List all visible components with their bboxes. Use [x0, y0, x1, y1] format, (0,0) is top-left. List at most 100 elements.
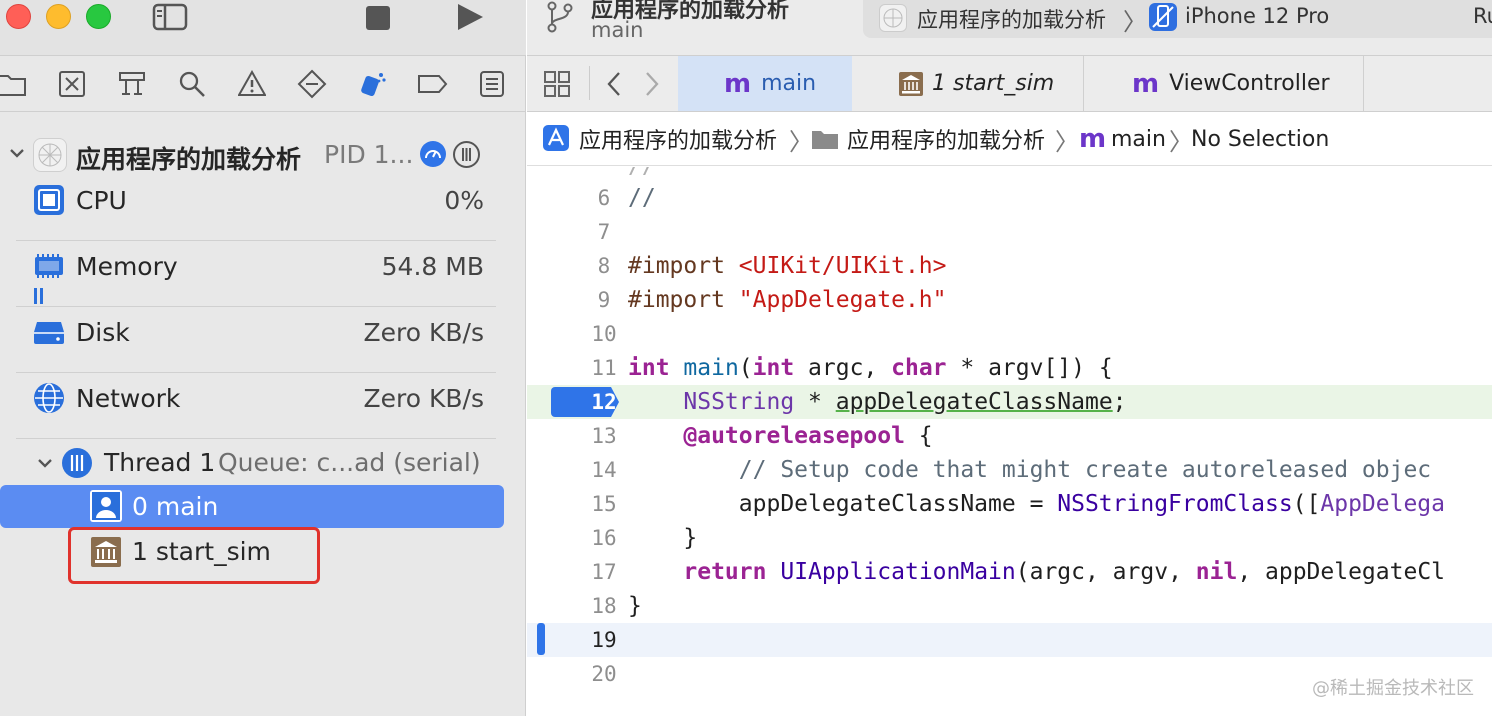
find-navigator-icon[interactable] — [174, 66, 210, 102]
cpu-icon — [33, 184, 65, 220]
back-arrow-icon[interactable] — [605, 70, 623, 102]
project-navigator-icon[interactable] — [0, 66, 30, 102]
process-pid: PID 1... — [324, 140, 414, 169]
tab-start-sim[interactable]: 1 start_sim — [852, 56, 1084, 111]
breakpoint-navigator-icon[interactable] — [414, 66, 450, 102]
network-gauge-row[interactable]: Network Zero KB/s — [0, 378, 526, 422]
code-text: // Setup code that might create autorele… — [628, 457, 1432, 483]
source-control-navigator-icon[interactable] — [54, 66, 90, 102]
process-row[interactable]: 应用程序的加载分析 PID 1... — [0, 134, 526, 178]
editor-tab-bar: m main 1 start_sim m ViewController — [527, 56, 1492, 112]
code-line: 10 — [527, 317, 1492, 351]
debug-navigator-icon[interactable] — [354, 66, 390, 102]
breadcrumb-file[interactable]: main — [1111, 112, 1166, 166]
symbol-navigator-icon[interactable] — [114, 66, 150, 102]
source-editor[interactable]: // 6 // 7 8 #import <UIKit/UIKit.h> 9 #i… — [527, 167, 1492, 716]
report-navigator-icon[interactable] — [474, 66, 510, 102]
line-number: 20 — [591, 662, 617, 686]
disclosure-triangle-icon[interactable] — [36, 454, 54, 476]
test-navigator-icon[interactable] — [294, 66, 330, 102]
cpu-label: CPU — [76, 186, 127, 215]
folder-icon — [811, 128, 839, 154]
library-frame-icon — [898, 71, 924, 97]
memory-usage-bar — [40, 288, 43, 304]
thread-queue: Queue: c...ad (serial) — [218, 448, 481, 477]
thread-label: Thread 1 — [104, 448, 216, 477]
code-line: 14 // Setup code that might create autor… — [527, 453, 1492, 487]
stack-frame-label: 0 main — [132, 492, 219, 521]
memory-gauge-row[interactable]: Memory 54.8 MB — [0, 246, 526, 306]
disk-icon — [33, 320, 65, 350]
disk-gauge-row[interactable]: Disk Zero KB/s — [0, 312, 526, 356]
disk-label: Disk — [76, 318, 130, 347]
memory-value: 54.8 MB — [381, 252, 484, 281]
navigator-selector-bar — [0, 56, 526, 112]
simulator-icon — [1149, 3, 1177, 31]
code-line: 16 } — [527, 521, 1492, 555]
network-icon — [33, 382, 65, 418]
scheme-name: 应用程序的加载分析 — [917, 8, 1106, 32]
issue-navigator-icon[interactable] — [234, 66, 270, 102]
watermark-text: @稀土掘金技术社区 — [1312, 678, 1474, 699]
m-file-icon: m — [724, 68, 752, 99]
line-number: 7 — [597, 220, 611, 244]
window-toolbar-left — [0, 0, 526, 56]
threads-icon[interactable] — [453, 141, 480, 168]
line-number: 19 — [591, 628, 617, 652]
project-icon[interactable] — [543, 125, 569, 151]
sidebar-toggle-icon[interactable] — [150, 2, 190, 32]
disclosure-triangle-icon[interactable] — [8, 144, 26, 166]
run-icon[interactable] — [454, 2, 486, 32]
disk-value: Zero KB/s — [363, 318, 484, 347]
code-text: #import <UIKit/UIKit.h> — [628, 253, 947, 279]
divider — [16, 240, 496, 241]
code-line: 11 int main(int argc, char * argv[]) { — [527, 351, 1492, 385]
code-line: 13 @autoreleasepool { — [527, 419, 1492, 453]
chevron-right-icon: 〉 — [1055, 127, 1079, 156]
divider — [589, 66, 590, 100]
code-line: 8 #import <UIKit/UIKit.h> — [527, 249, 1492, 283]
user-frame-icon — [90, 490, 122, 522]
code-text: #import "AppDelegate.h" — [628, 287, 947, 313]
code-text: appDelegateClassName = NSStringFromClass… — [628, 491, 1445, 517]
minimize-window-button[interactable] — [46, 4, 71, 29]
annotation-highlight-box — [68, 527, 320, 584]
scheme-destination-selector[interactable]: 应用程序的加载分析 〉 iPhone 12 Pro Ru — [863, 0, 1492, 38]
tab-main[interactable]: m main — [678, 56, 852, 111]
device-name: iPhone 12 Pro — [1185, 4, 1330, 28]
code-text: // — [628, 185, 656, 211]
m-file-icon: m — [1079, 124, 1107, 154]
process-name: 应用程序的加载分析 — [76, 145, 302, 174]
chevron-right-icon: 〉 — [1169, 127, 1193, 156]
tab-viewcontroller[interactable]: m ViewController — [1084, 56, 1364, 111]
cpu-gauge-row[interactable]: CPU 0% — [0, 180, 526, 224]
related-items-icon[interactable] — [543, 70, 571, 102]
code-line: 6 // — [527, 181, 1492, 215]
breadcrumb-project[interactable]: 应用程序的加载分析 — [579, 112, 777, 166]
chevron-right-icon: 〉 — [789, 127, 813, 156]
m-file-icon: m — [1132, 68, 1160, 99]
chevron-right-icon: 〉 — [1123, 8, 1147, 36]
divider — [16, 306, 496, 307]
jump-bar: 应用程序的加载分析 〉 应用程序的加载分析 〉 m main 〉 No Sele… — [527, 112, 1492, 166]
forward-arrow-icon[interactable] — [643, 70, 661, 102]
gauge-info-icon[interactable] — [420, 141, 446, 167]
code-text: } — [628, 525, 698, 551]
scheme-subtitle: main — [591, 18, 644, 42]
network-label: Network — [76, 384, 181, 413]
branch-icon — [545, 0, 575, 38]
tab-label: ViewController — [1169, 71, 1330, 96]
breadcrumb-group[interactable]: 应用程序的加载分析 — [847, 112, 1045, 166]
stop-icon[interactable] — [364, 4, 392, 32]
code-line: 17 return UIApplicationMain(argc, argv, … — [527, 555, 1492, 589]
network-value: Zero KB/s — [363, 384, 484, 413]
zoom-window-button[interactable] — [86, 4, 111, 29]
divider — [16, 438, 496, 439]
memory-label: Memory — [76, 252, 178, 281]
close-window-button[interactable] — [6, 4, 31, 29]
thread-row[interactable]: Thread 1 Queue: c...ad (serial) — [0, 442, 526, 484]
tab-label: 1 start_sim — [932, 71, 1055, 96]
breadcrumb-selection[interactable]: No Selection — [1191, 112, 1329, 166]
stack-frame-row-selected[interactable]: 0 main — [0, 485, 504, 528]
code-text: int main(int argc, char * argv[]) { — [628, 355, 1113, 381]
